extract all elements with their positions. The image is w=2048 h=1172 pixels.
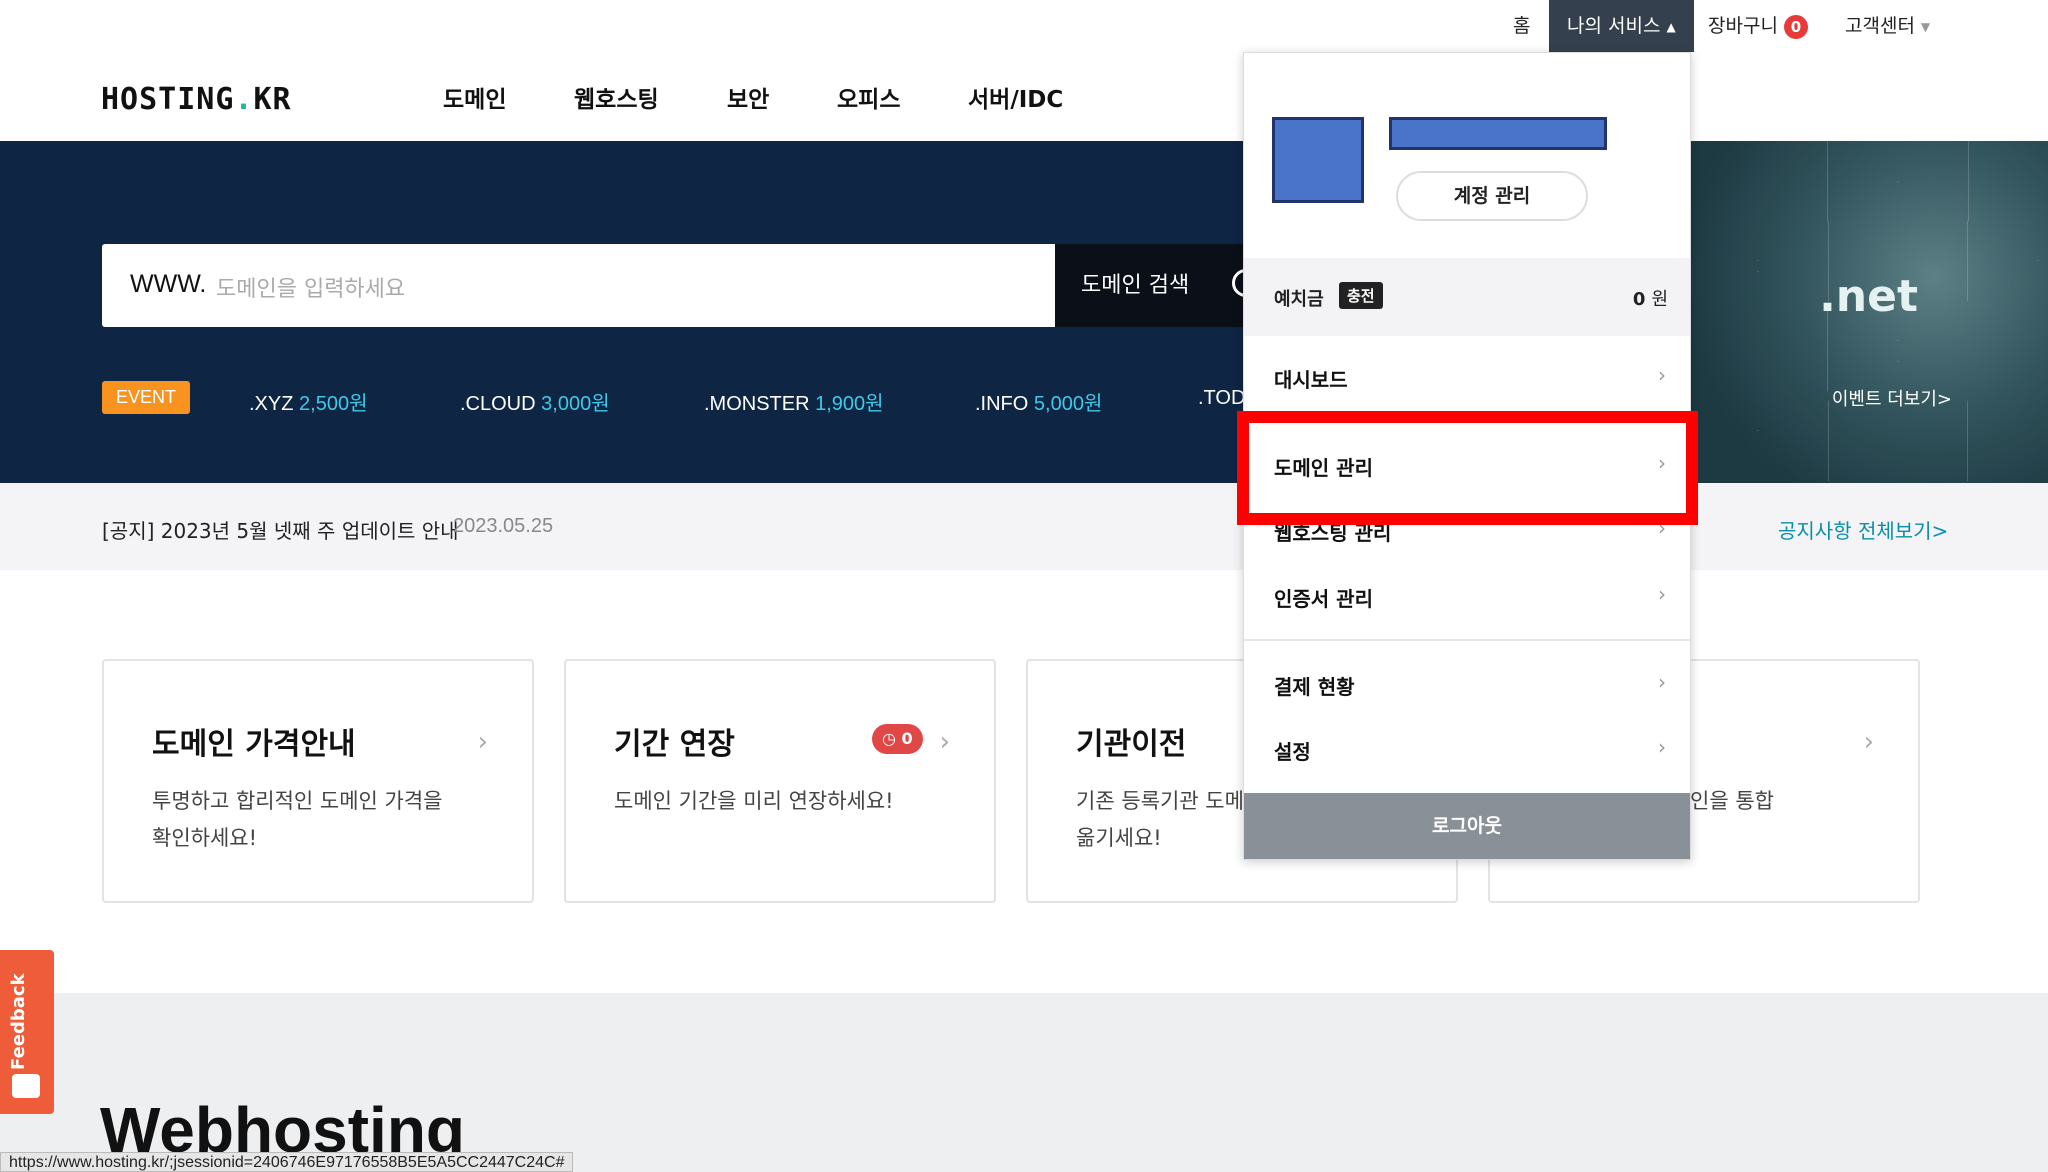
chevron-right-icon: › [477, 727, 488, 757]
hexagon-decoration [1968, 141, 2048, 261]
feedback-tab[interactable]: Feedback [0, 950, 54, 1114]
support-menu[interactable]: 고객센터 ▼ [1845, 0, 1930, 52]
domain-search-input[interactable]: WWW. 도메인을 입력하세요 [102, 244, 1055, 327]
hexagon-decoration [1688, 141, 1828, 261]
event-more-link[interactable]: 이벤트 더보기> [1832, 385, 1952, 411]
chevron-right-icon: › [1658, 670, 1666, 694]
support-label: 고객센터 [1845, 15, 1915, 37]
cart-count-badge: 0 [1783, 14, 1808, 39]
card-description: 도메인 기간을 미리 연장하세요! [614, 789, 894, 813]
logout-button[interactable]: 로그아웃 [1244, 793, 1690, 859]
my-service-label: 나의 서비스 [1567, 15, 1661, 37]
nav-domain[interactable]: 도메인 [443, 80, 506, 114]
event-tld-info[interactable]: .INFO 5,000원 [975, 387, 1102, 416]
account-manage-button[interactable]: 계정 관리 [1396, 171, 1588, 221]
card-description: 투명하고 합리적인 도메인 가격을 확인하세요! [152, 789, 443, 850]
chevron-right-icon: › [1658, 582, 1666, 606]
chevron-right-icon: › [1658, 363, 1666, 387]
charge-button[interactable]: 충전 [1339, 282, 1383, 309]
event-badge: EVENT [102, 381, 191, 414]
site-logo[interactable]: HOSTING.KR [101, 82, 292, 117]
deposit-label: 예치금 [1274, 289, 1324, 310]
notice-date: 2023.05.25 [453, 515, 554, 537]
banner-net-text: .net [1819, 271, 1918, 322]
chevron-right-icon: › [1658, 735, 1666, 759]
cart-link[interactable]: 장바구니 0 [1708, 0, 1808, 52]
hero-banner: .net 이벤트 더보기> WWW. 도메인을 입력하세요 도메인 검색 EVE… [0, 141, 2048, 483]
card-renewal[interactable]: 기간 연장 ◷ 0 › 도메인 기간을 미리 연장하세요! [564, 659, 996, 903]
renewal-count-badge: ◷ 0 [872, 724, 923, 754]
card-description: 인을 통합 [1690, 789, 1774, 813]
notice-more-link[interactable]: 공지사항 전체보기> [1778, 515, 1948, 544]
nav-security[interactable]: 보안 [727, 80, 769, 114]
hexagon-decoration [1828, 361, 1968, 483]
clock-icon: ◷ [882, 729, 896, 748]
home-link[interactable]: 홈 [1513, 0, 1530, 52]
search-placeholder: 도메인을 입력하세요 [216, 277, 406, 302]
menu-certificate-manage[interactable]: 인증서 관리 › [1244, 568, 1690, 628]
avatar-redacted [1272, 117, 1364, 203]
nav-server-idc[interactable]: 서버/IDC [968, 80, 1063, 114]
nav-webhosting[interactable]: 웹호스팅 [574, 80, 659, 114]
nav-office[interactable]: 오피스 [837, 80, 900, 114]
www-prefix: WWW. [130, 270, 207, 298]
notice-title[interactable]: [공지] 2023년 5월 넷째 주 업데이트 안내 [102, 515, 459, 544]
deposit-row: 예치금 충전 0원 [1244, 258, 1690, 336]
menu-settings[interactable]: 설정 › [1244, 721, 1690, 781]
highlight-box [1237, 411, 1698, 525]
notice-bar: [공지] 2023년 5월 넷째 주 업데이트 안내 2023.05.25 공지… [0, 483, 2048, 570]
chevron-right-icon: › [939, 727, 950, 757]
utility-bar: 홈 나의 서비스 ▲ 장바구니 0 고객센터 ▼ [0, 0, 2048, 52]
hexagon-decoration [1688, 271, 1828, 431]
chevron-right-icon: › [1863, 727, 1874, 757]
domain-search-button[interactable]: 도메인 검색 [1055, 244, 1255, 327]
card-description: 기존 등록기관 도메 옮기세요! [1076, 789, 1244, 850]
caret-down-icon: ▼ [1920, 19, 1931, 34]
event-banner-image[interactable]: .net 이벤트 더보기> [1668, 141, 2048, 483]
card-domain-price[interactable]: 도메인 가격안내 › 투명하고 합리적인 도메인 가격을 확인하세요! [102, 659, 534, 903]
event-tld-xyz[interactable]: .XYZ 2,500원 [249, 387, 367, 416]
event-tld-monster[interactable]: .MONSTER 1,900원 [704, 387, 884, 416]
divider [1244, 639, 1690, 641]
menu-dashboard[interactable]: 대시보드 › [1244, 349, 1690, 409]
deposit-amount: 0원 [1632, 289, 1668, 310]
cart-label: 장바구니 [1708, 15, 1778, 37]
event-tld-cloud[interactable]: .CLOUD 3,000원 [460, 387, 610, 416]
username-redacted [1389, 117, 1607, 150]
status-url: https://www.hosting.kr/;jsessionid=24067… [0, 1152, 574, 1172]
caret-up-icon: ▲ [1666, 19, 1676, 34]
event-tld-tod[interactable]: .TOD [1198, 387, 1245, 410]
card-title: 도메인 가격안내 [152, 727, 356, 762]
menu-payment-status[interactable]: 결제 현황 › [1244, 656, 1690, 716]
card-title: 기관이전 [1076, 727, 1187, 762]
chat-face-icon [12, 1074, 40, 1098]
feedback-label: Feedback [8, 973, 29, 1070]
my-service-menu[interactable]: 나의 서비스 ▲ [1549, 0, 1694, 52]
card-title: 기간 연장 [614, 727, 735, 762]
webhosting-section: Webhosting [0, 993, 2048, 1172]
